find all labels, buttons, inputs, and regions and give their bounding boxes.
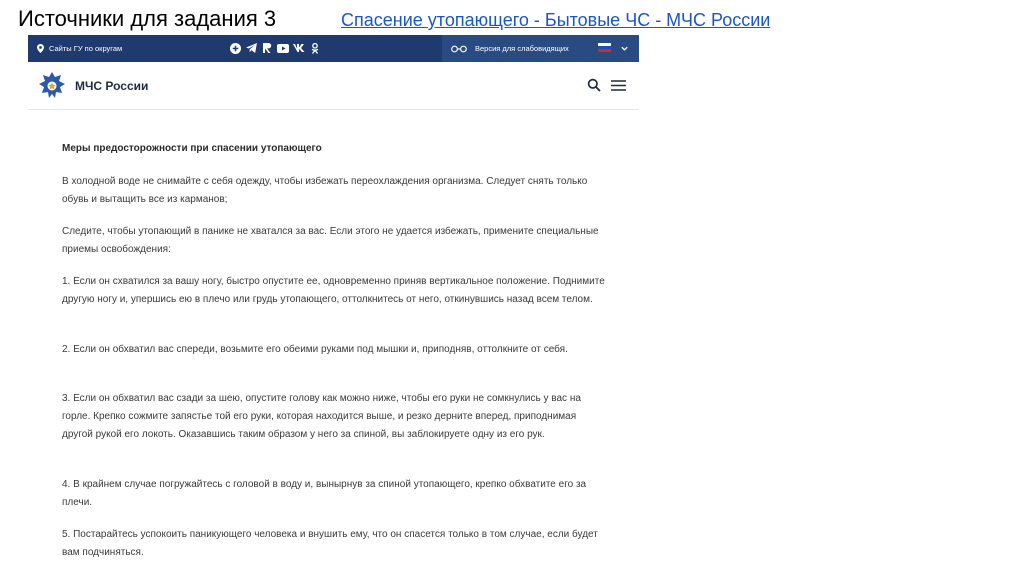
regions-link[interactable]: Сайты ГУ по округам [28, 44, 122, 53]
chevron-down-icon[interactable] [620, 44, 629, 53]
website-screenshot: Сайты ГУ по округам Версия для слабовидя… [28, 35, 639, 574]
regions-label: Сайты ГУ по округам [49, 44, 123, 53]
site-header: МЧС России [28, 62, 639, 110]
menu-icon[interactable] [611, 80, 626, 91]
brand-name[interactable]: МЧС России [75, 79, 148, 93]
paragraph: 4. В крайнем случае погружайтесь с голов… [62, 479, 587, 508]
paragraph: 3. Если он обхватил вас сзади за шею, оп… [62, 393, 581, 440]
plus-circle-icon[interactable] [229, 42, 241, 54]
paragraph: В холодной воде не снимайте с себя одежд… [62, 176, 588, 205]
paragraph: 5. Постарайтесь успокоить паникующего че… [62, 529, 598, 558]
paragraph: Следите, чтобы утопающий в панике не хва… [62, 226, 599, 255]
search-icon[interactable] [587, 78, 601, 92]
source-link[interactable]: Спасение утопающего - Бытовые ЧС - МЧС Р… [341, 10, 770, 31]
article-heading: Меры предосторожности при спасении утопа… [62, 143, 322, 154]
rutube-icon[interactable] [261, 42, 273, 54]
emercom-emblem-icon[interactable] [37, 70, 67, 102]
youtube-icon[interactable] [277, 42, 289, 54]
vision-version-link[interactable]: Версия для слабовидящих [475, 44, 569, 53]
ok-icon[interactable] [309, 42, 321, 54]
article-content: Меры предосторожности при спасении утопа… [62, 143, 607, 558]
ru-flag-icon[interactable] [598, 43, 611, 52]
telegram-icon[interactable] [245, 42, 257, 54]
paragraph: 2. Если он обхватил вас спереди, возьмит… [62, 344, 568, 355]
accessibility-panel: Версия для слабовидящих [442, 35, 639, 62]
top-bar: Сайты ГУ по округам Версия для слабовидя… [28, 35, 639, 62]
vk-icon[interactable] [293, 42, 305, 54]
social-icons [229, 42, 325, 54]
glasses-icon[interactable] [451, 45, 467, 53]
paragraph: 1. Если он схватился за вашу ногу, быстр… [62, 276, 605, 305]
location-pin-icon [37, 44, 44, 53]
slide-title: Источники для задания 3 [18, 6, 277, 31]
